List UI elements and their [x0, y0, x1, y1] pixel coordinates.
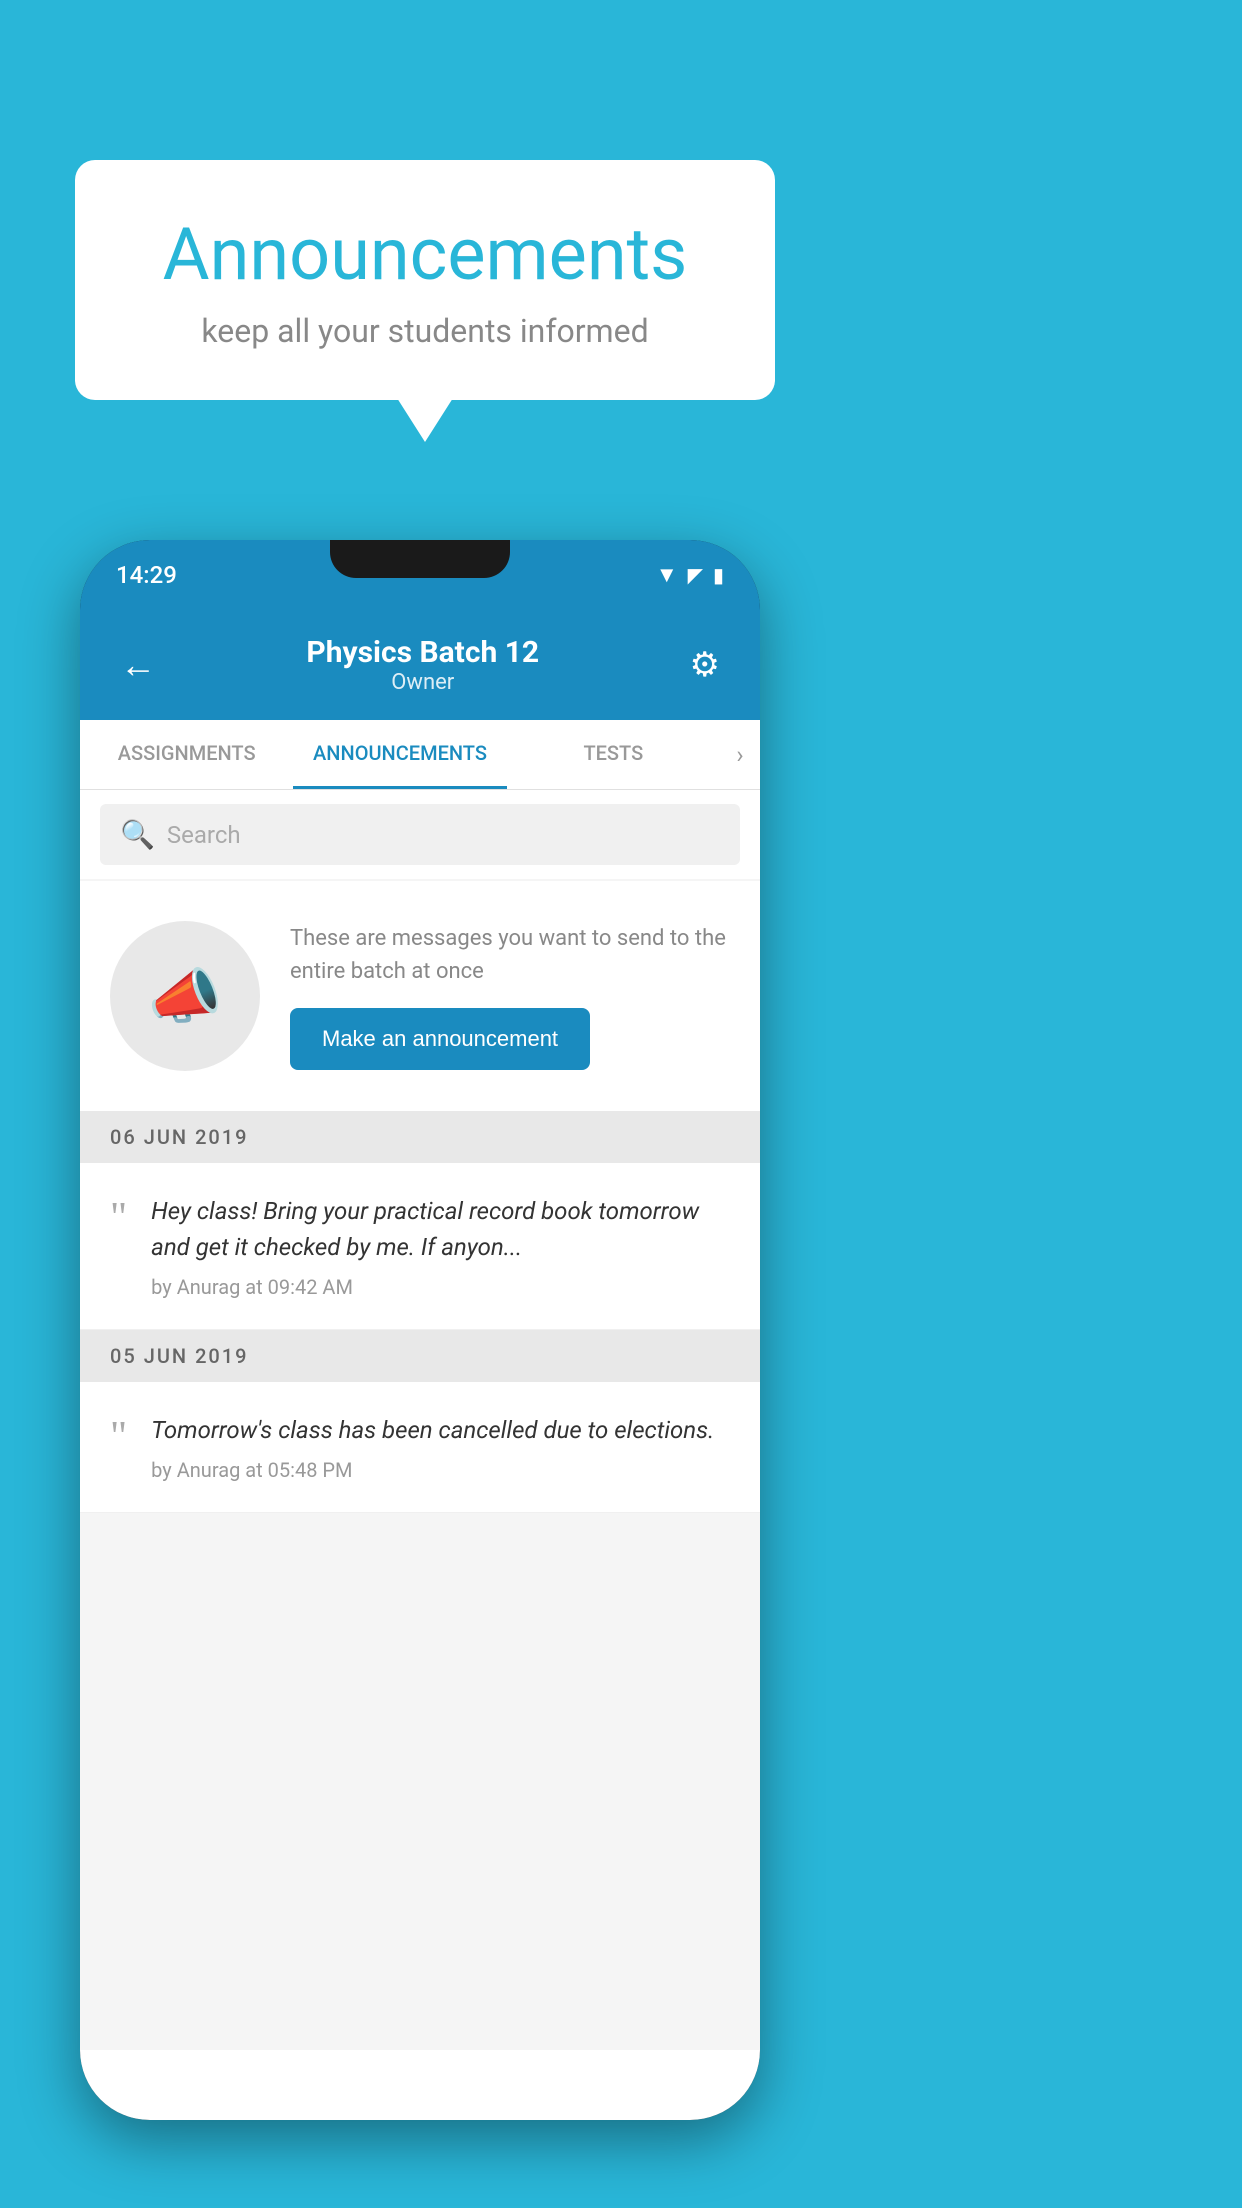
- announcement-right: These are messages you want to send to t…: [290, 922, 730, 1070]
- status-time: 14:29: [116, 561, 177, 589]
- announcement-meta-2: by Anurag at 05:48 PM: [151, 1458, 730, 1482]
- tab-bar: ASSIGNMENTS ANNOUNCEMENTS TESTS ›: [80, 720, 760, 790]
- date-separator-1: 06 JUN 2019: [80, 1111, 760, 1163]
- announcement-item-1: " Hey class! Bring your practical record…: [80, 1163, 760, 1330]
- search-bar[interactable]: 🔍 Search: [100, 804, 740, 865]
- app-bar-title: Physics Batch 12: [166, 635, 680, 670]
- announcement-item-2: " Tomorrow's class has been cancelled du…: [80, 1382, 760, 1513]
- announcements-title: Announcements: [135, 215, 715, 294]
- announcement-icon-circle: 📣: [110, 921, 260, 1071]
- make-announcement-button[interactable]: Make an announcement: [290, 1008, 590, 1070]
- phone-screen: ← Physics Batch 12 Owner ⚙ ASSIGNMENTS A…: [80, 610, 760, 2120]
- tab-assignments[interactable]: ASSIGNMENTS: [80, 720, 293, 789]
- megaphone-icon: 📣: [148, 961, 223, 1032]
- announcement-text-2: Tomorrow's class has been cancelled due …: [151, 1412, 730, 1448]
- back-button[interactable]: ←: [110, 634, 166, 696]
- tab-tests[interactable]: TESTS: [507, 720, 720, 789]
- signal-icon: ◤: [688, 563, 703, 587]
- announcement-text-1: Hey class! Bring your practical record b…: [151, 1193, 730, 1265]
- wifi-icon: ▼: [656, 562, 678, 588]
- announcement-prompt: 📣 These are messages you want to send to…: [80, 881, 760, 1111]
- announcement-meta-1: by Anurag at 09:42 AM: [151, 1275, 730, 1299]
- screen-content: 🔍 Search 📣 These are messages you want t…: [80, 790, 760, 2050]
- status-icons: ▼ ◤ ▮: [656, 562, 724, 588]
- app-bar-title-group: Physics Batch 12 Owner: [166, 635, 680, 695]
- search-placeholder: Search: [167, 821, 241, 849]
- app-bar: ← Physics Batch 12 Owner ⚙: [80, 610, 760, 720]
- quote-icon-1: ": [110, 1197, 127, 1239]
- app-bar-subtitle: Owner: [166, 670, 680, 695]
- status-bar: 14:29 ▼ ◤ ▮: [80, 540, 760, 610]
- phone-frame: 14:29 ▼ ◤ ▮ ← Physics Batch 12 Owner ⚙ A…: [80, 540, 760, 2120]
- date-separator-2: 05 JUN 2019: [80, 1330, 760, 1382]
- search-icon: 🔍: [120, 818, 155, 851]
- announcement-content-1: Hey class! Bring your practical record b…: [151, 1193, 730, 1299]
- battery-icon: ▮: [713, 563, 724, 587]
- speech-bubble: Announcements keep all your students inf…: [75, 160, 775, 400]
- announcements-subtitle: keep all your students informed: [135, 312, 715, 350]
- announcement-content-2: Tomorrow's class has been cancelled due …: [151, 1412, 730, 1482]
- settings-button[interactable]: ⚙: [680, 635, 730, 695]
- search-bar-container: 🔍 Search: [80, 790, 760, 879]
- announcement-description: These are messages you want to send to t…: [290, 922, 730, 988]
- tab-more[interactable]: ›: [720, 720, 760, 789]
- quote-icon-2: ": [110, 1416, 127, 1458]
- tab-announcements[interactable]: ANNOUNCEMENTS: [293, 720, 506, 789]
